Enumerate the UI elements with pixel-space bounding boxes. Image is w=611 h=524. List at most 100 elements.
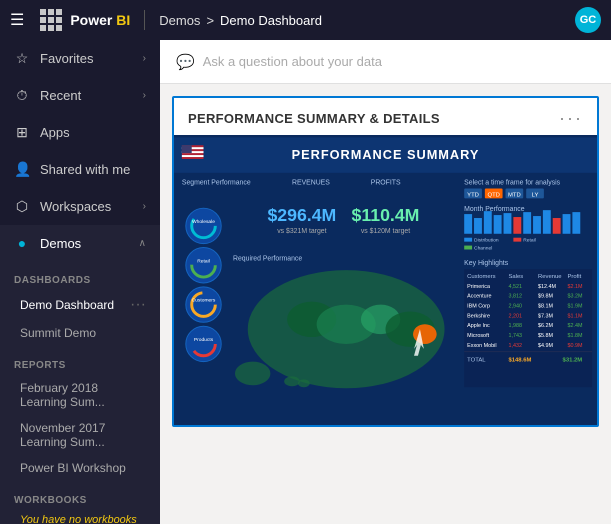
svg-text:Revenue: Revenue: [538, 274, 562, 280]
chevron-up-icon: ∧: [139, 238, 146, 249]
sidebar-item-label: Demos: [40, 236, 129, 251]
svg-text:$296.4M: $296.4M: [267, 205, 336, 225]
qa-placeholder: Ask a question about your data: [203, 54, 382, 69]
sidebar-item-shared[interactable]: 👤 Shared with me: [0, 151, 160, 188]
svg-text:Channel: Channel: [474, 246, 492, 252]
svg-text:$5.8M: $5.8M: [538, 333, 554, 339]
no-workbooks-note: You have no workbooks: [0, 510, 160, 524]
svg-text:Required Performance: Required Performance: [233, 255, 302, 262]
sidebar-item-demos[interactable]: ● Demos ∧: [0, 225, 160, 261]
sidebar-item-label: Recent: [40, 88, 133, 103]
sidebar-item-favorites[interactable]: ☆ Favorites ›: [0, 40, 160, 77]
svg-text:$9.8M: $9.8M: [538, 294, 554, 300]
chevron-icon: ›: [143, 53, 146, 64]
topbar: ☰ Power BI Demos > Demo Dashboard GC: [0, 0, 611, 40]
svg-text:Segment Performance: Segment Performance: [182, 180, 251, 187]
svg-text:YTD: YTD: [467, 192, 479, 198]
svg-text:Sales: Sales: [508, 274, 523, 280]
sidebar-item-label: Shared with me: [40, 162, 146, 177]
chevron-icon: ›: [143, 201, 146, 212]
sidebar: ☆ Favorites › ⏱ Recent › ⊞ Apps 👤 Shared…: [0, 40, 160, 524]
sidebar-item-label: Workspaces: [40, 199, 133, 214]
performance-summary-visual[interactable]: PERFORMANCE SUMMARY Segment Performance …: [174, 135, 597, 425]
svg-text:1,988: 1,988: [508, 323, 522, 329]
sidebar-sub-feb2018[interactable]: February 2018 Learning Sum...: [0, 375, 160, 415]
waffle-icon[interactable]: [40, 9, 62, 31]
svg-text:PROFITS: PROFITS: [371, 180, 401, 187]
qa-icon: 💬: [176, 53, 195, 71]
reports-section-header: REPORTS: [0, 346, 160, 375]
svg-text:Apple Inc: Apple Inc: [467, 323, 490, 329]
card-header: PERFORMANCE SUMMARY & DETAILS ···: [174, 98, 597, 135]
svg-text:Month Performance: Month Performance: [464, 206, 525, 213]
breadcrumb-workspace[interactable]: Demos: [159, 13, 200, 28]
svg-text:2,940: 2,940: [508, 304, 522, 310]
sidebar-sub-powerbi-workshop[interactable]: Power BI Workshop: [0, 455, 160, 481]
dashboard-area: PERFORMANCE SUMMARY & DETAILS ··· PERFOR…: [160, 84, 611, 524]
svg-text:REVENUES: REVENUES: [292, 180, 330, 187]
sidebar-item-recent[interactable]: ⏱ Recent ›: [0, 77, 160, 114]
svg-text:$1.8M: $1.8M: [567, 333, 583, 339]
qa-bar[interactable]: 💬 Ask a question about your data: [160, 40, 611, 84]
svg-text:$2.1M: $2.1M: [567, 284, 583, 290]
svg-text:vs $321M target: vs $321M target: [277, 228, 326, 235]
breadcrumb-page: Demo Dashboard: [220, 13, 322, 28]
hamburger-button[interactable]: ☰: [10, 10, 24, 30]
svg-text:$7.3M: $7.3M: [538, 313, 554, 319]
svg-text:Retail: Retail: [197, 258, 210, 264]
svg-text:Key Highlights: Key Highlights: [464, 260, 509, 267]
workbooks-section-header: WORKBOOKS: [0, 481, 160, 510]
svg-text:vs $120M target: vs $120M target: [361, 228, 410, 235]
chevron-icon: ›: [143, 90, 146, 101]
svg-text:Customers: Customers: [467, 274, 496, 280]
svg-text:QTD: QTD: [487, 192, 499, 198]
svg-text:$8.1M: $8.1M: [538, 304, 554, 310]
topbar-divider: [144, 10, 145, 30]
breadcrumb: Demos > Demo Dashboard: [159, 13, 322, 28]
svg-text:1,743: 1,743: [508, 333, 522, 339]
svg-text:Wholesale: Wholesale: [192, 219, 215, 225]
svg-text:$31.2M: $31.2M: [563, 358, 583, 364]
svg-text:$4.9M: $4.9M: [538, 343, 554, 349]
svg-text:4,521: 4,521: [508, 284, 522, 290]
svg-text:$6.2M: $6.2M: [538, 323, 554, 329]
svg-text:IBM Corp: IBM Corp: [467, 304, 490, 310]
sub-item-label: November 2017 Learning Sum...: [20, 421, 146, 449]
sub-item-label: Power BI Workshop: [20, 461, 126, 475]
svg-text:Select a time frame for analys: Select a time frame for analysis: [464, 180, 560, 187]
card-menu-button[interactable]: ···: [559, 108, 583, 129]
svg-text:$2.4M: $2.4M: [567, 323, 583, 329]
sidebar-sub-nov2017[interactable]: November 2017 Learning Sum...: [0, 415, 160, 455]
card-title: PERFORMANCE SUMMARY & DETAILS: [188, 111, 440, 126]
svg-text:3,812: 3,812: [508, 294, 522, 300]
svg-text:$3.2M: $3.2M: [567, 294, 583, 300]
sidebar-item-apps[interactable]: ⊞ Apps: [0, 114, 160, 151]
dashboards-section-header: DASHBOARDS: [0, 261, 160, 290]
sidebar-item-workspaces[interactable]: ⬡ Workspaces ›: [0, 188, 160, 225]
sidebar-sub-demo-dashboard[interactable]: Demo Dashboard ···: [0, 290, 160, 320]
svg-text:Primerica: Primerica: [467, 284, 490, 290]
recent-icon: ⏱: [14, 87, 30, 104]
svg-text:Products: Products: [194, 337, 214, 343]
svg-text:Retail: Retail: [523, 238, 536, 244]
svg-text:$0.9M: $0.9M: [567, 343, 583, 349]
svg-text:Exxon Mobil: Exxon Mobil: [467, 343, 496, 349]
svg-text:$12.4M: $12.4M: [538, 284, 557, 290]
more-icon[interactable]: ···: [130, 296, 146, 314]
svg-text:$1.9M: $1.9M: [567, 304, 583, 310]
favorites-icon: ☆: [14, 50, 30, 67]
topbar-logo: Power BI: [40, 9, 130, 31]
svg-text:TOTAL: TOTAL: [467, 358, 486, 364]
svg-text:$1.1M: $1.1M: [567, 313, 583, 319]
svg-text:Accenture: Accenture: [467, 294, 491, 300]
sidebar-sub-summit-demo[interactable]: Summit Demo: [0, 320, 160, 346]
sub-item-label: Demo Dashboard: [20, 298, 114, 312]
sub-item-label: Summit Demo: [20, 326, 96, 340]
sidebar-item-label: Apps: [40, 125, 146, 140]
svg-text:1,432: 1,432: [508, 343, 522, 349]
svg-text:$148.6M: $148.6M: [508, 358, 531, 364]
svg-text:Customers: Customers: [192, 298, 216, 304]
avatar[interactable]: GC: [575, 7, 601, 33]
shared-icon: 👤: [14, 161, 30, 178]
breadcrumb-separator: >: [206, 13, 214, 28]
